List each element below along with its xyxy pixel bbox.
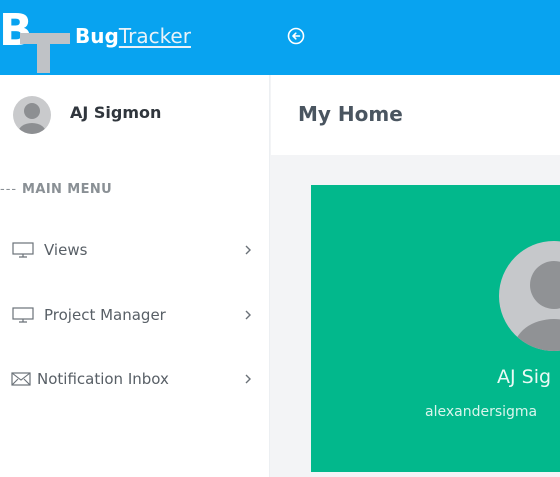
menu-heading: --- MAIN MENU: [0, 182, 112, 197]
brand-name[interactable]: BugTracker: [75, 22, 191, 50]
brand-link[interactable]: Tracker: [119, 24, 191, 48]
content-header: My Home: [271, 75, 560, 155]
circle-arrow-left-icon[interactable]: [287, 27, 305, 45]
user-silhouette-icon: [514, 261, 560, 351]
top-navbar: B BugTracker: [0, 0, 560, 75]
sidebar-item-views[interactable]: Views: [0, 230, 269, 270]
chevron-right-icon: [245, 310, 251, 320]
monitor-icon: [12, 307, 34, 323]
envelope-icon: [11, 372, 31, 386]
profile-card-email: alexandersigma: [425, 404, 538, 420]
menu-heading-label: MAIN MENU: [22, 182, 113, 197]
chevron-right-icon: [245, 374, 251, 384]
sidebar: AJ Sigmon --- MAIN MENU Views Project Ma…: [0, 75, 270, 477]
sidebar-item-label: Views: [44, 241, 88, 259]
sidebar-item-label: Project Manager: [44, 306, 166, 324]
svg-text:B: B: [0, 5, 33, 56]
monitor-icon: [12, 242, 34, 258]
sidebar-item-label: Notification Inbox: [37, 370, 169, 388]
user-silhouette-icon: [18, 103, 46, 134]
avatar[interactable]: [13, 96, 51, 134]
profile-card-name: AJ Sig: [497, 366, 552, 388]
profile-card: AJ Sig alexandersigma: [311, 185, 560, 472]
sidebar-user-name[interactable]: AJ Sigmon: [70, 103, 161, 122]
sidebar-item-notification-inbox[interactable]: Notification Inbox: [0, 359, 269, 399]
bugtracker-logo[interactable]: B: [0, 3, 72, 73]
chevron-right-icon: [245, 245, 251, 255]
sidebar-item-project-manager[interactable]: Project Manager: [0, 295, 269, 335]
profile-avatar: [499, 241, 560, 351]
menu-heading-dashes: ---: [0, 182, 18, 197]
brand-bold: Bug: [75, 24, 119, 48]
page-title: My Home: [298, 102, 403, 126]
